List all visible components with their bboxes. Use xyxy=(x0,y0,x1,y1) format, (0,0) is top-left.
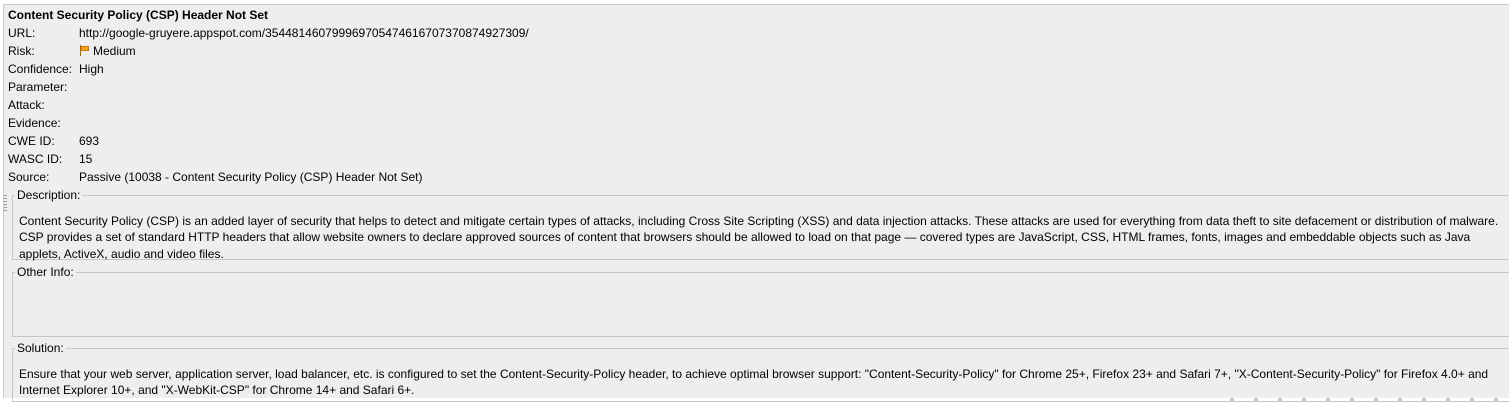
alert-details-panel: Content Security Policy (CSP) Header Not… xyxy=(3,4,1509,402)
url-label: URL: xyxy=(8,26,36,40)
cwe-value: 693 xyxy=(79,134,100,148)
confidence-value: High xyxy=(79,62,104,76)
wasc-label: WASC ID: xyxy=(8,152,63,166)
description-box: Description: Content Security Policy (CS… xyxy=(12,188,1509,262)
alert-title: Content Security Policy (CSP) Header Not… xyxy=(8,8,269,22)
risk-value-container: Medium xyxy=(79,42,136,60)
url-value[interactable]: http://google-gruyere.appspot.com/354481… xyxy=(79,24,529,42)
splitter-grip[interactable] xyxy=(4,195,7,211)
solution-box: Solution: Ensure that your web server, a… xyxy=(12,342,1509,402)
parameter-label: Parameter: xyxy=(8,80,68,94)
confidence-label: Confidence: xyxy=(8,62,73,76)
description-label: Description: xyxy=(17,188,81,202)
description-text[interactable]: Content Security Policy (CSP) is an adde… xyxy=(19,213,1501,262)
other-info-box: Other Info: xyxy=(12,266,1509,337)
attack-label: Attack: xyxy=(8,98,45,112)
solution-label: Solution: xyxy=(17,341,64,355)
orange-flag-icon xyxy=(79,45,90,56)
source-label: Source: xyxy=(8,170,50,184)
cwe-label: CWE ID: xyxy=(8,134,55,148)
wasc-value: 15 xyxy=(79,152,93,166)
other-info-label: Other Info: xyxy=(17,265,74,279)
solution-text[interactable]: Ensure that your web server, application… xyxy=(19,366,1501,399)
risk-value: Medium xyxy=(93,44,136,58)
evidence-label: Evidence: xyxy=(8,116,61,130)
source-value: Passive (10038 - Content Security Policy… xyxy=(79,170,423,184)
risk-label: Risk: xyxy=(8,44,35,58)
